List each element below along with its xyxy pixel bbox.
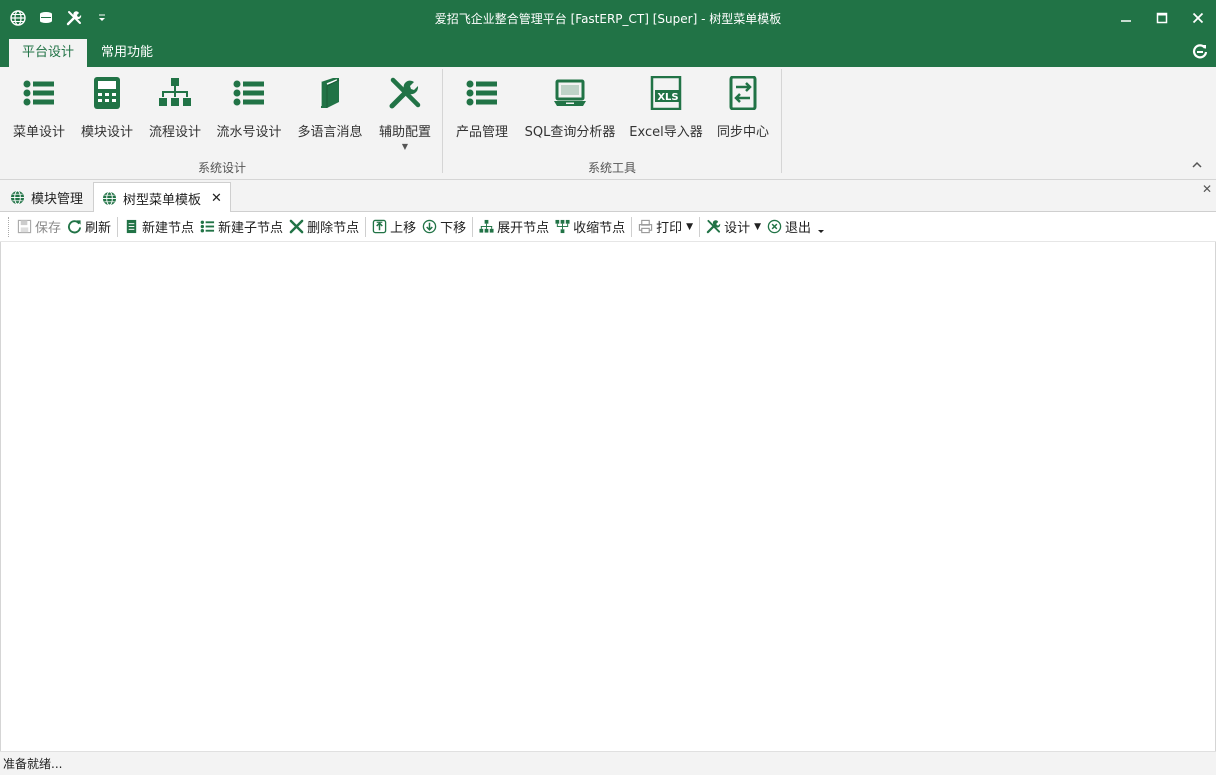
exit-button[interactable]: 退出 [764, 216, 814, 238]
toolbar-overflow-button[interactable] [814, 216, 828, 238]
save-icon [17, 219, 32, 234]
globe-icon [10, 189, 25, 205]
module-design-label: 模块设计 [80, 125, 133, 140]
tab-module-management[interactable]: 模块管理 [2, 182, 91, 212]
sql-analyzer-label: SQL查询分析器 [524, 125, 616, 140]
refresh-button[interactable]: 刷新 [64, 216, 114, 238]
tab-module-management-label: 模块管理 [31, 191, 84, 207]
svg-text:XLS: XLS [657, 92, 678, 103]
chevron-down-icon: ▼ [401, 142, 409, 151]
toolbar-separator [631, 216, 633, 237]
menu-design-label: 菜单设计 [12, 125, 65, 140]
collapse-node-button[interactable]: 收缩节点 [552, 216, 628, 238]
arrow-down-icon [422, 219, 437, 234]
sync-icon [725, 73, 761, 113]
excel-importer-label: Excel导入器 [629, 125, 703, 140]
list-icon [200, 220, 215, 233]
save-button[interactable]: 保存 [14, 216, 64, 238]
print-button[interactable]: 打印 ▼ [635, 216, 696, 238]
close-tab-icon[interactable]: ✕ [211, 191, 222, 206]
list-icon [464, 73, 500, 113]
tools-icon [706, 219, 721, 234]
arrow-up-icon [372, 219, 387, 234]
tree-toolbar: 保存 刷新 新建节点 新建子节点 删除节点 上移 下移 展开节点 收缩节点 打印… [0, 212, 1216, 242]
group-label-system-tools: 系统工具 [587, 161, 636, 175]
refresh-app-icon[interactable] [1192, 43, 1208, 59]
delete-icon [289, 219, 304, 234]
ribbon-tabs: 平台设计 常用功能 [0, 37, 1216, 67]
window-title: 爱招飞企业整合管理平台 [FastERP_CT] [Super] - 树型菜单模… [434, 12, 782, 26]
toolbar-separator [472, 216, 474, 237]
laptop-icon [552, 73, 588, 113]
design-button[interactable]: 设计 ▼ [703, 216, 764, 238]
hierarchy-icon [157, 73, 193, 113]
close-document-icon[interactable]: ✕ [1202, 182, 1212, 196]
new-document-icon [126, 219, 137, 234]
collapse-ribbon-icon[interactable] [1192, 161, 1202, 169]
multi-language-button[interactable]: 多语言消息 [296, 73, 364, 153]
move-down-button[interactable]: 下移 [419, 216, 469, 238]
new-child-node-button[interactable]: 新建子节点 [197, 216, 286, 238]
auxiliary-config-button[interactable]: 辅助配置 ▼ [376, 73, 434, 153]
toolbar-separator [117, 216, 119, 237]
document-tabs: 模块管理 树型菜单模板 ✕ ✕ [0, 180, 1216, 213]
window-controls [1108, 0, 1216, 36]
expand-node-button[interactable]: 展开节点 [476, 216, 552, 238]
toolbar-separator [365, 216, 367, 237]
toolbar-separator [699, 216, 701, 237]
refresh-icon [68, 220, 82, 234]
hierarchy-icon [479, 219, 494, 233]
status-text: 准备就绪... [3, 757, 63, 771]
group-separator [442, 69, 443, 173]
collapse-tree-icon [555, 219, 570, 234]
chevron-down-icon: ▼ [686, 221, 694, 232]
tab-tree-menu-template[interactable]: 树型菜单模板 ✕ [93, 182, 231, 213]
menu-design-button[interactable]: 菜单设计 [12, 73, 66, 153]
title-bar: 爱招飞企业整合管理平台 [FastERP_CT] [Super] - 树型菜单模… [0, 0, 1216, 37]
flow-design-label: 流程设计 [148, 125, 201, 140]
chevron-down-icon: ▼ [754, 221, 762, 232]
serial-number-design-label: 流水号设计 [216, 125, 282, 140]
sync-center-button[interactable]: 同步中心 [714, 73, 772, 153]
toolbar-grip[interactable] [8, 216, 11, 237]
printer-icon [638, 219, 653, 234]
globe-icon [102, 190, 117, 206]
close-window-button[interactable] [1180, 0, 1216, 36]
group-separator [781, 69, 782, 173]
tab-common-functions[interactable]: 常用功能 [88, 39, 166, 67]
product-management-button[interactable]: 产品管理 [454, 73, 510, 153]
tools-icon [387, 73, 423, 113]
excel-importer-button[interactable]: XLS Excel导入器 [629, 73, 703, 153]
auxiliary-config-label: 辅助配置 [378, 125, 431, 140]
list-icon [21, 73, 57, 113]
new-node-button[interactable]: 新建节点 [121, 216, 197, 238]
delete-node-button[interactable]: 删除节点 [286, 216, 362, 238]
ribbon-panel: 菜单设计 模块设计 流程设计 流水号设计 多语言消息 辅助配置 ▼ 系统设计 产… [0, 67, 1216, 180]
tree-content-area[interactable] [0, 242, 1216, 751]
status-bar: 准备就绪... [0, 751, 1216, 775]
tab-platform-design[interactable]: 平台设计 [9, 39, 88, 67]
serial-number-design-button[interactable]: 流水号设计 [216, 73, 282, 153]
move-up-button[interactable]: 上移 [369, 216, 419, 238]
sync-center-label: 同步中心 [716, 125, 769, 140]
sql-analyzer-button[interactable]: SQL查询分析器 [522, 73, 618, 153]
module-design-button[interactable]: 模块设计 [80, 73, 134, 153]
exit-icon [767, 219, 782, 234]
xls-icon: XLS [648, 73, 684, 113]
product-management-label: 产品管理 [455, 125, 508, 140]
book-icon [312, 73, 348, 113]
tab-tree-menu-template-label: 树型菜单模板 [123, 192, 202, 208]
minimize-button[interactable] [1108, 0, 1144, 36]
overflow-chevron-icon [818, 229, 825, 233]
flow-design-button[interactable]: 流程设计 [148, 73, 202, 153]
group-label-system-design: 系统设计 [197, 161, 246, 175]
calculator-icon [89, 73, 125, 113]
multi-language-label: 多语言消息 [297, 125, 363, 140]
list-icon [231, 73, 267, 113]
maximize-button[interactable] [1144, 0, 1180, 36]
